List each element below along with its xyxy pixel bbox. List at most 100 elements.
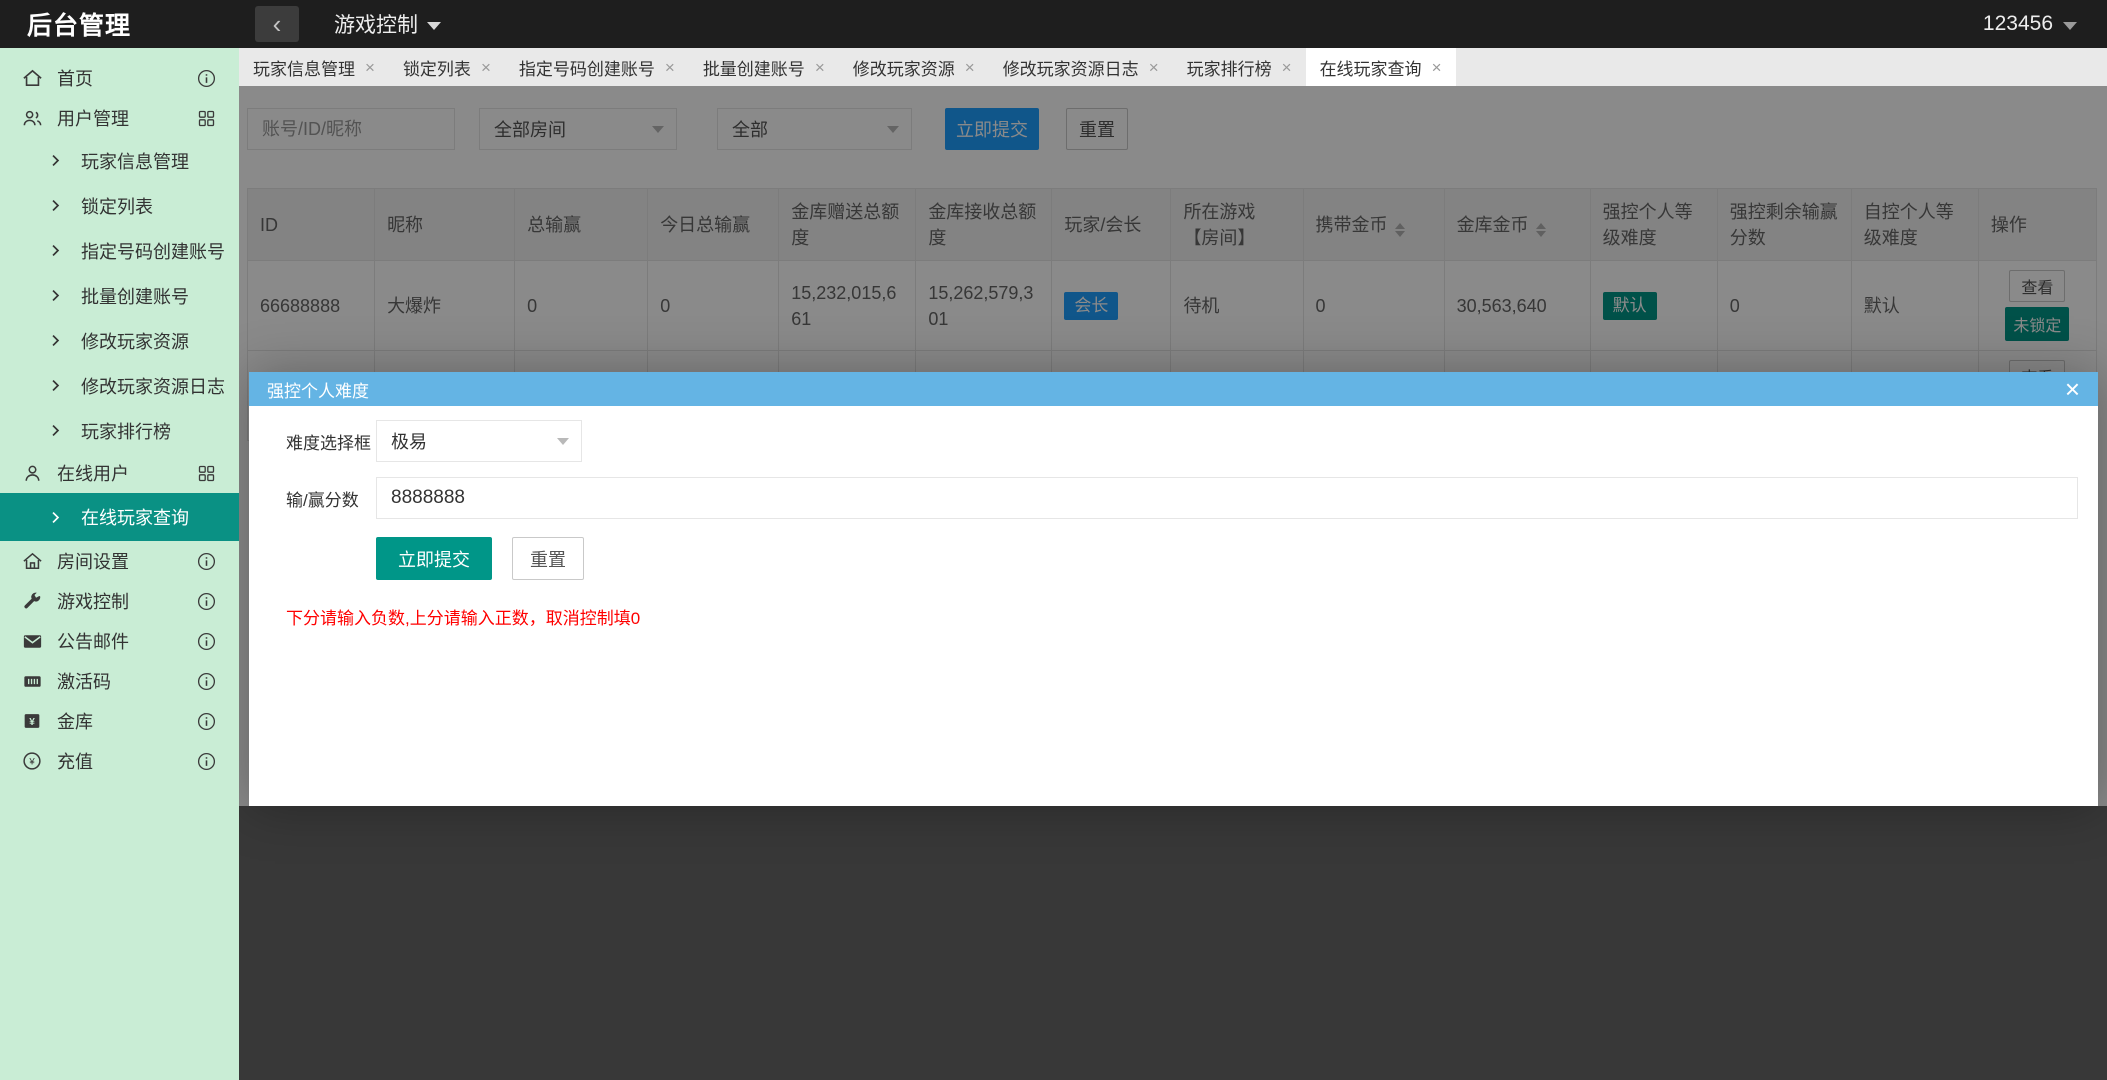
tab-player-ranking[interactable]: 玩家排行榜 × [1173,48,1306,86]
score-input[interactable] [376,477,2078,519]
chevron-down-icon [427,22,441,30]
sidebar-item-online-player-query[interactable]: 在线玩家查询 [0,493,239,541]
sidebar-item-player-info-management[interactable]: 玩家信息管理 [0,138,239,183]
content-wrapper: 全部房间 全部 立即提交 重置 ID昵称总输赢今日总输赢金库赠送总额度金库接收总… [239,86,2107,1080]
sidebar: 首页用户管理玩家信息管理锁定列表指定号码创建账号批量创建账号修改玩家资源修改玩家… [0,48,239,1080]
close-icon[interactable]: × [815,59,825,76]
tab-create-account-by-number[interactable]: 指定号码创建账号× [505,48,689,86]
sidebar-item-treasury[interactable]: ¥金库 [0,701,239,741]
close-icon[interactable]: × [665,59,675,76]
username: 123456 [1983,12,2053,36]
sidebar-item-label: 修改玩家资源 [81,328,189,354]
tab-modify-player-resources[interactable]: 修改玩家资源 × [839,48,989,86]
close-icon[interactable]: × [1282,59,1292,76]
sidebar-item-game-control[interactable]: 游戏控制 [0,581,239,621]
home-icon [20,66,44,90]
tab-bar: 玩家信息管理×锁定列表×指定号码创建账号×批量创建账号×修改玩家资源×修改玩家资… [239,48,2107,86]
info-icon [195,670,217,692]
sidebar-item-recharge[interactable]: ¥ 充值 [0,741,239,781]
tab-label: 批量创建账号 [703,55,805,80]
collapse-sidebar-button[interactable]: ‹ [255,6,299,42]
chevron-right-icon [47,242,64,259]
tab-lock-list[interactable]: 锁定列表× [389,48,505,86]
chevron-right-icon [47,287,64,304]
difficulty-value: 极易 [391,428,427,454]
close-icon[interactable]: × [1432,59,1442,76]
sidebar-item-label: 玩家排行榜 [81,418,171,444]
info-icon [195,67,217,89]
difficulty-label: 难度选择框 [286,429,376,454]
sidebar-item-label: 在线玩家查询 [81,504,189,530]
chevron-right-icon [47,332,64,349]
tab-modify-player-resources-log[interactable]: 修改玩家资源日志 × [989,48,1173,86]
chevron-right-icon [47,377,64,394]
users-icon [20,106,44,130]
modal-header: 强控个人难度 × [249,372,2098,406]
sidebar-item-label: 修改玩家资源日志 [81,373,225,399]
tab-batch-create-account[interactable]: 批量创建账号 × [689,48,839,86]
sidebar-item-label: 激活码 [57,668,111,694]
svg-text:¥: ¥ [29,717,35,728]
close-icon[interactable]: × [481,59,491,76]
sidebar-item-modify-player-resources-log[interactable]: 修改玩家资源日志 [0,363,239,408]
room-icon [20,549,44,573]
topbar-nav-menu[interactable]: 游戏控制 [334,9,441,39]
mail-icon [20,629,44,653]
chevron-right-icon [47,152,64,169]
modal-body: 难度选择框 极易 输/赢分数 立即提交 重置 下分请输入负数,上分请输入正数，取… [249,406,2098,629]
user-icon [20,461,44,485]
chevron-left-icon: ‹ [273,11,282,37]
chevron-down-icon [557,438,569,445]
info-icon [195,590,217,612]
tab-label: 玩家排行榜 [1187,55,1272,80]
sidebar-item-label: 批量创建账号 [81,283,189,309]
close-icon[interactable]: × [365,59,375,76]
sidebar-item-label: 玩家信息管理 [81,148,189,174]
tab-online-player-query[interactable]: 在线玩家查询 × [1306,48,1456,86]
sidebar-item-online-users[interactable]: 在线用户 [0,453,239,493]
sidebar-item-batch-create-account[interactable]: 批量创建账号 [0,273,239,318]
score-label: 输/赢分数 [286,486,376,511]
tab-label: 修改玩家资源 [853,55,955,80]
modal-submit-button[interactable]: 立即提交 [376,537,492,580]
sidebar-item-label: 用户管理 [57,105,129,131]
difficulty-select[interactable]: 极易 [376,420,582,462]
user-menu[interactable]: 123456 [1983,12,2077,36]
tab-label: 修改玩家资源日志 [1003,55,1139,80]
modal-title: 强控个人难度 [267,377,369,402]
sidebar-item-lock-list[interactable]: 锁定列表 [0,183,239,228]
modal-reset-button[interactable]: 重置 [512,537,584,580]
wrench-icon [20,589,44,613]
close-icon[interactable]: × [2065,376,2080,402]
chevron-right-icon [47,422,64,439]
svg-text:¥: ¥ [28,756,35,767]
sidebar-item-label: 房间设置 [57,548,129,574]
sidebar-item-label: 指定号码创建账号 [81,238,225,264]
sidebar-item-create-account-by-number[interactable]: 指定号码创建账号 [0,228,239,273]
info-icon [195,710,217,732]
modal-warning-text: 下分请输入负数,上分请输入正数，取消控制填0 [286,604,2078,629]
info-icon [195,750,217,772]
sidebar-item-label: 充值 [57,748,93,774]
sidebar-item-label: 游戏控制 [57,588,129,614]
modal-buttons: 立即提交 重置 [376,537,2078,580]
sidebar-item-user-management[interactable]: 用户管理 [0,98,239,138]
sidebar-item-player-ranking[interactable]: 玩家排行榜 [0,408,239,453]
sidebar-item-modify-player-resources[interactable]: 修改玩家资源 [0,318,239,363]
force-control-modal: 强控个人难度 × 难度选择框 极易 输/赢分数 立即提交 重置 [249,372,2098,806]
sidebar-item-home[interactable]: 首页 [0,58,239,98]
topbar: 后台管理 ‹ 游戏控制 123456 [0,0,2107,48]
close-icon[interactable]: × [965,59,975,76]
vault-icon: ¥ [20,709,44,733]
sidebar-menu: 首页用户管理玩家信息管理锁定列表指定号码创建账号批量创建账号修改玩家资源修改玩家… [0,58,239,781]
sidebar-item-activation-code[interactable]: 激活码 [0,661,239,701]
sidebar-item-announcement-mail[interactable]: 公告邮件 [0,621,239,661]
sidebar-item-label: 公告邮件 [57,628,129,654]
sidebar-item-label: 锁定列表 [81,193,153,219]
close-icon[interactable]: × [1149,59,1159,76]
tab-player-info-management[interactable]: 玩家信息管理× [239,48,389,86]
ticket-icon [20,669,44,693]
app-title: 后台管理 [0,6,239,42]
sidebar-item-room-settings[interactable]: 房间设置 [0,541,239,581]
tab-label: 在线玩家查询 [1320,55,1422,80]
